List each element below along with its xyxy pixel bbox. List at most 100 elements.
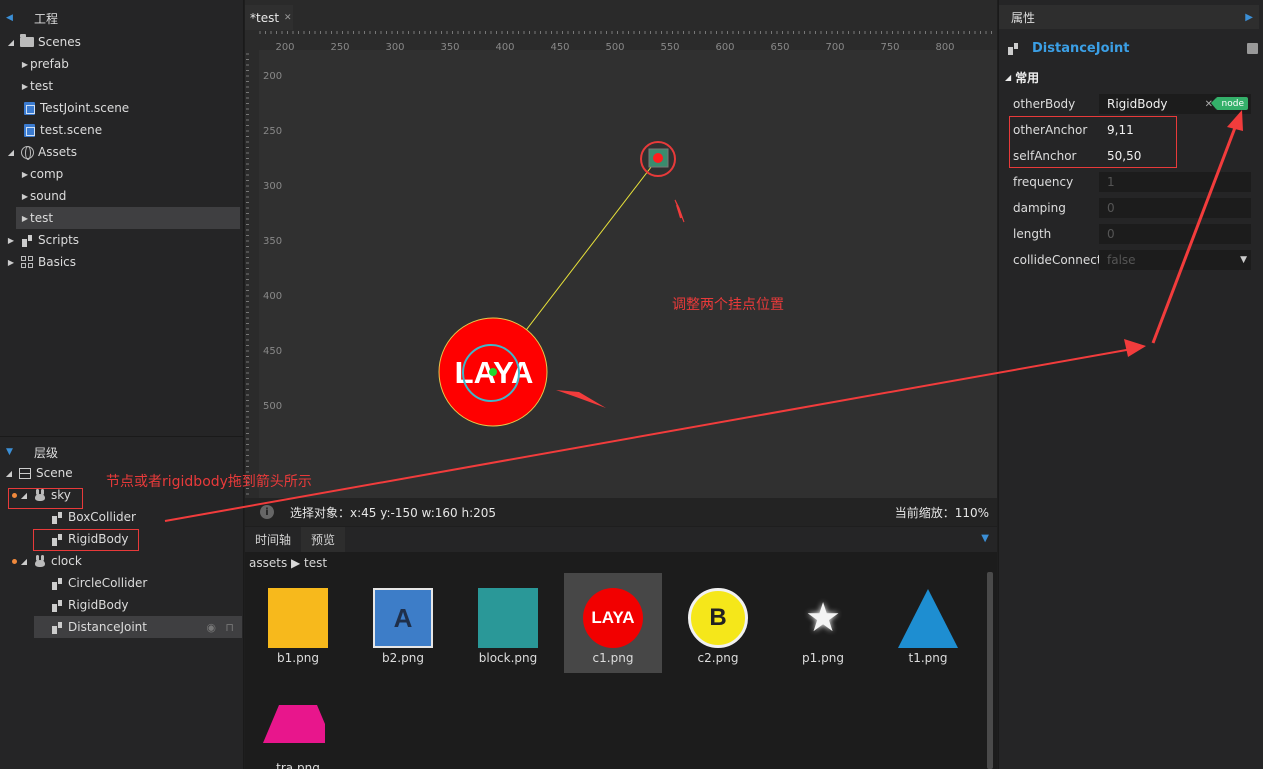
prop-row-frequency: frequency 1 [1005,170,1259,194]
asset-scrollbar[interactable] [987,572,993,769]
collapsed-arrow-icon[interactable]: ▶ [20,192,30,201]
hier-item-circlecollider[interactable]: CircleCollider [0,572,240,594]
expanded-arrow-icon[interactable]: ◢ [6,148,16,157]
component-icon [50,620,64,634]
annotation-anchors: 调整两个挂点位置 [672,297,784,313]
tree-item-sound[interactable]: ▶ sound [0,185,240,207]
scene-view[interactable]: 2002503003504004505005506006507007508008… [245,30,997,498]
ruler-x-label: 550 [660,42,679,53]
eye-icon[interactable]: ◉ [206,621,216,634]
tab-preview[interactable]: 预览 [301,527,346,552]
tree-item-scenes[interactable]: ◢ Scenes [0,31,240,53]
otherbody-field[interactable]: RigidBody ✕ node [1099,94,1251,114]
collapsed-arrow-icon[interactable]: ▶ [20,214,30,223]
annotation-drag-hint: 节点或者rigidbody拖到箭头所示 [106,474,312,490]
hier-item-boxcollider[interactable]: BoxCollider [0,506,240,528]
prop-name: collideConnect [1013,253,1102,267]
asset-item-c1[interactable]: LAYA c1.png [564,573,662,673]
asset-item-b1[interactable]: b1.png [249,573,347,673]
collapsed-arrow-icon[interactable]: ▶ [6,236,16,245]
thumb-yellow-square [268,588,328,648]
asset-item-t1[interactable]: t1.png [879,573,977,673]
tree-item-basics[interactable]: ▶ Basics [0,251,240,273]
ruler-x-label: 350 [440,42,459,53]
center-area: *test ✕ 200 250 300 350 400 450 500 550 600 650 70… [245,0,997,769]
tree-item-label: Scenes [38,35,81,49]
hier-item-distancejoint[interactable]: DistanceJoint ◉ ⊓ [34,616,242,638]
prop-name: otherBody [1013,97,1076,111]
expanded-arrow-icon[interactable]: ◢ [4,469,14,478]
tree-item-label: clock [51,554,82,568]
tab-timeline[interactable]: 时间轴 [245,527,301,552]
scene-file-icon [22,101,36,115]
tree-item-label: Scripts [38,233,80,247]
asset-item-p1[interactable]: ★ p1.png [774,573,872,673]
panel-menu-icon[interactable]: ▼ [981,533,989,544]
ruler-x-label: 450 [550,42,569,53]
ruler-x-label: 650 [770,42,789,53]
asset-item-tra[interactable]: tra.png [249,683,347,769]
frequency-field[interactable]: 1 [1099,172,1251,192]
prop-row-collideconnect: collideConnect false ▼ [1005,248,1259,272]
prop-name: damping [1013,201,1066,215]
length-field[interactable]: 0 [1099,224,1251,244]
project-panel-header[interactable]: ◀ 工程 [0,4,244,32]
tab-test-scene[interactable]: *test ✕ [245,5,293,30]
tree-item-label: TestJoint.scene [40,101,130,115]
asset-browser: assets ▶ test b1.png A b2.png block.png … [245,552,997,769]
lower-tab-bar: 时间轴 预览 ▼ [245,527,997,552]
asset-item-block[interactable]: block.png [459,573,557,673]
collapsed-arrow-icon[interactable]: ▶ [20,82,30,91]
collapsed-arrow-icon[interactable]: ▶ [20,60,30,69]
tree-item-comp[interactable]: ▶ comp [0,163,240,185]
prop-row-damping: damping 0 [1005,196,1259,220]
tree-item-prefab[interactable]: ▶ prefab [0,53,240,75]
collapse-right-icon[interactable]: ▶ [1245,12,1253,23]
component-icon [50,598,64,612]
hier-item-clock[interactable]: ◢ clock [0,550,240,572]
tree-item-scripts[interactable]: ▶ Scripts [0,229,240,251]
damping-field[interactable]: 0 [1099,198,1251,218]
expanded-arrow-icon[interactable]: ◢ [1005,73,1011,82]
hier-item-clock-rigidbody[interactable]: RigidBody [0,594,240,616]
document-tab-bar: *test ✕ [245,0,997,30]
node-badge[interactable]: node [1210,97,1248,110]
expanded-arrow-icon[interactable]: ◢ [19,557,29,566]
thumb-letter-b-circle: B [688,588,748,648]
lock-icon[interactable]: ⊓ [225,621,234,634]
sprite-icon [33,554,47,568]
tree-item-test-folder[interactable]: ▶ test [0,75,240,97]
tree-item-test-scene[interactable]: test.scene [0,119,240,141]
section-header[interactable]: ◢ 常用 [1005,68,1039,86]
collapse-icon[interactable]: ◀ [6,13,16,23]
close-icon[interactable]: ✕ [284,13,292,23]
expanded-arrow-icon[interactable]: ◢ [6,38,16,47]
asset-breadcrumb[interactable]: assets ▶ test [249,556,327,570]
scene-file-icon [22,123,36,137]
ruler-y-label: 200 [263,71,282,82]
scene-canvas[interactable]: 2002503003504004505005506006507007508008… [245,30,997,498]
tree-item-assets-test[interactable]: ▶ test [16,207,240,229]
visible-dot-icon [12,558,17,564]
tree-item-assets[interactable]: ◢ Assets [0,141,240,163]
tree-item-label: Assets [38,145,78,159]
save-icon[interactable] [1247,42,1258,54]
tree-item-testjoint-scene[interactable]: TestJoint.scene [0,97,240,119]
star-icon: ★ [805,595,841,641]
asset-name: c1.png [592,651,634,665]
collapse-down-icon[interactable]: ▼ [6,447,16,457]
asset-item-b2[interactable]: A b2.png [354,573,452,673]
collapsed-arrow-icon[interactable]: ▶ [20,170,30,179]
asset-name: block.png [478,651,538,665]
component-icon [20,233,34,247]
ruler-x-label: 800 [935,42,954,53]
asset-item-c2[interactable]: B c2.png [669,573,767,673]
ruler-x-label: 600 [715,42,734,53]
ruler-x-label: 700 [825,42,844,53]
tab-properties[interactable]: 属性 ▶ [999,5,1259,29]
dropdown-arrow-icon[interactable]: ▼ [1240,255,1247,265]
component-header: DistanceJoint [999,36,1263,60]
collideconnect-select[interactable]: false ▼ [1099,250,1251,270]
asset-name: c2.png [697,651,739,665]
collapsed-arrow-icon[interactable]: ▶ [6,258,16,267]
